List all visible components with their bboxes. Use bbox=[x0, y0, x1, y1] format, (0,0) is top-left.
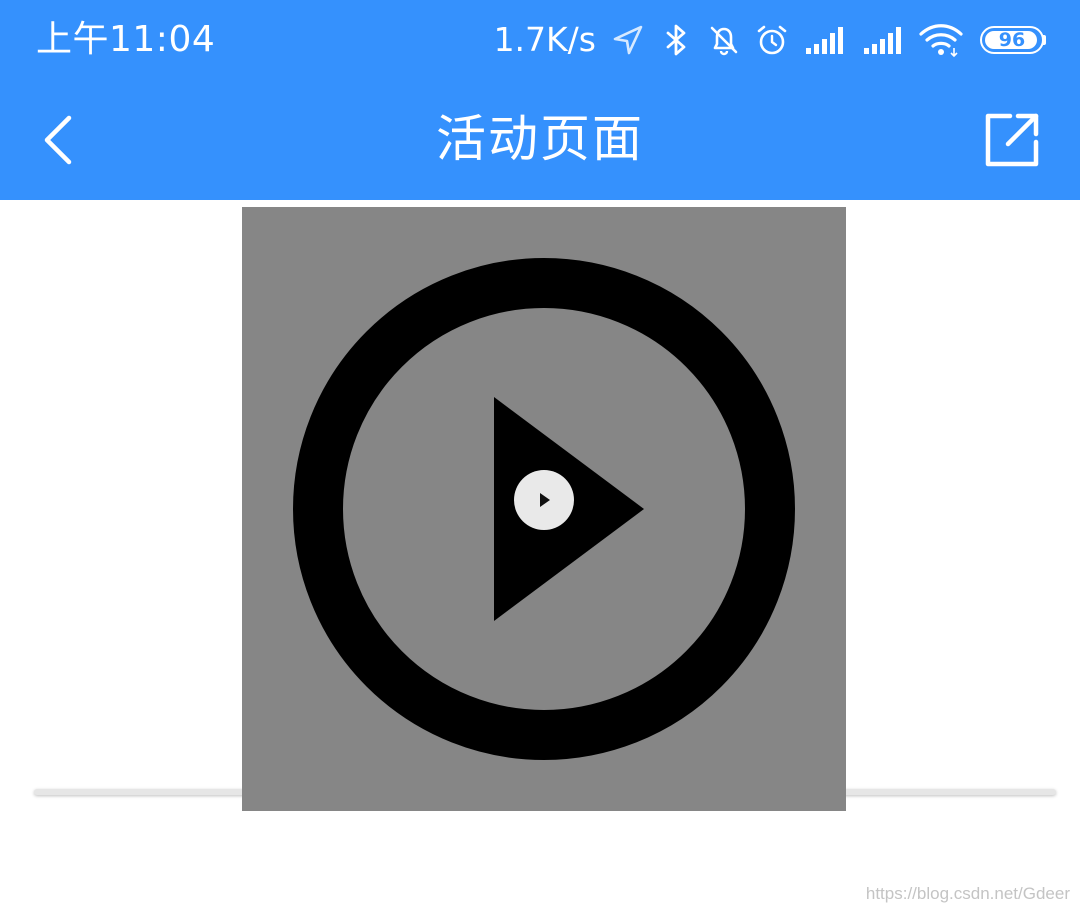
network-speed: 1.7K/s bbox=[493, 20, 596, 59]
wifi-icon bbox=[919, 24, 963, 58]
screen: 上午11:04 1.7K/s 96 活动页面 https://blog.csdn… bbox=[0, 0, 1080, 912]
signal-icon bbox=[806, 27, 843, 54]
content-area: https://blog.csdn.net/Gdeer bbox=[0, 200, 1080, 912]
play-icon bbox=[540, 493, 550, 507]
status-time: 上午11:04 bbox=[36, 19, 216, 60]
back-button[interactable] bbox=[28, 105, 90, 175]
video-player[interactable] bbox=[242, 207, 846, 811]
mute-bell-icon bbox=[710, 26, 738, 56]
app-header: 活动页面 bbox=[0, 80, 1080, 200]
external-link-icon bbox=[985, 113, 1039, 167]
page-title: 活动页面 bbox=[436, 110, 644, 168]
chevron-left-icon bbox=[44, 115, 72, 165]
watermark: https://blog.csdn.net/Gdeer bbox=[865, 884, 1070, 903]
battery-icon: 96 bbox=[980, 26, 1046, 54]
alarm-clock-icon bbox=[757, 25, 787, 55]
share-button[interactable] bbox=[976, 104, 1048, 176]
bluetooth-icon bbox=[666, 24, 686, 56]
play-button[interactable] bbox=[514, 470, 574, 530]
battery-level: 96 bbox=[998, 29, 1026, 51]
signal-icon bbox=[864, 27, 901, 54]
status-icons: 1.7K/s 96 bbox=[494, 18, 1046, 62]
status-bar: 上午11:04 1.7K/s 96 bbox=[0, 0, 1080, 80]
location-arrow-icon bbox=[613, 25, 643, 55]
